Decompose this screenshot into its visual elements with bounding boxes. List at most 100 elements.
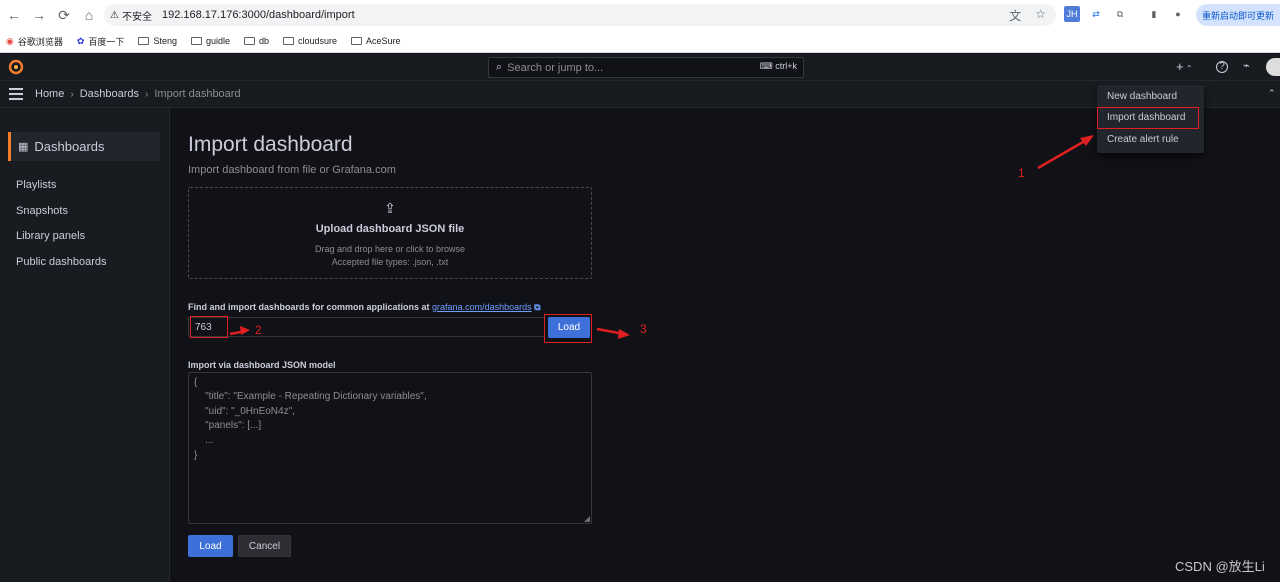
annotation-label-1: 1 [1018,166,1025,180]
upload-title: Upload dashboard JSON file [315,223,465,235]
sidebar-item-playlists[interactable]: Playlists [16,179,56,191]
bookmark-label: AceSure [366,36,401,46]
plus-icon: + [1176,59,1184,74]
security-warning[interactable]: ⚠ 不安全 [110,8,152,23]
url-text[interactable]: 192.168.17.176:3000/dashboard/import [162,9,355,21]
bookmark-label: cloudsure [298,36,338,46]
sidebar-item-snapshots[interactable]: Snapshots [16,205,68,217]
bookmark-label: 百度一下 [88,36,125,47]
load-json-button[interactable]: Load [188,535,233,557]
upload-icon: ⇪ [384,200,396,216]
baidu-paw-icon: ✿ [76,35,85,46]
grafana-com-link[interactable]: grafana.com/dashboards [432,302,532,312]
breadcrumb-current: Import dashboard [154,88,241,100]
address-bar[interactable]: ⚠ 不安全 192.168.17.176:3000/dashboard/impor… [104,4,1056,26]
forward-icon[interactable]: → [28,4,50,26]
back-icon[interactable]: ← [3,4,25,26]
bookmark-label: Steng [153,36,177,46]
side-panel-icon[interactable]: ▮ [1146,6,1162,22]
bookmark-baidu[interactable]: ✿ 百度一下 [77,35,125,48]
bookmark-label: guidle [205,36,230,46]
page-subtitle: Import dashboard from file or Grafana.co… [188,164,396,176]
bookmark-db[interactable]: db [244,36,269,46]
profile-icon[interactable]: ● [1170,6,1186,22]
menu-item-new-dashboard[interactable]: New dashboard [1107,91,1177,102]
grafana-com-label-text: Find and import dashboards for common ap… [188,302,430,312]
json-line: ... [194,435,214,446]
grafana-logo-icon[interactable] [8,59,24,75]
search-shortcut: ⌨ ctrl+k [760,61,797,72]
chrome-icon: ◉ [6,35,14,46]
annotation-label-3: 3 [640,322,647,336]
json-line: "panels": [...] [194,420,262,431]
annotation-label-2: 2 [255,323,262,337]
keyboard-icon: ⌨ [759,61,776,71]
upload-dropzone[interactable]: ⇪ Upload dashboard JSON file Drag and dr… [188,187,592,279]
upload-hint: Drag and drop here or click to browse [314,244,466,254]
cancel-button[interactable]: Cancel [238,535,291,557]
security-label: 不安全 [121,11,152,23]
apps-grid-icon: ▦ [18,141,29,153]
sidebar-item-public-dashboards[interactable]: Public dashboards [16,256,107,268]
chevron-up-icon: ⌃ [1183,64,1193,73]
reload-icon[interactable]: ⟳ [53,4,75,26]
external-link-icon: ⧉ [534,302,541,312]
json-model-textarea[interactable]: { "title": "Example - Repeating Dictiona… [188,372,592,524]
search-icon: ⌕ [496,61,503,73]
folder-icon [244,37,255,45]
menu-hamburger-icon[interactable] [9,88,23,100]
user-avatar[interactable] [1266,58,1280,76]
breadcrumb-home[interactable]: Home [35,88,64,100]
warning-icon: ⚠ [110,9,119,21]
annotation-box-id-input [190,316,228,338]
collapse-chevron-icon[interactable]: ⌃ [1268,88,1276,99]
json-line: "title": "Example - Repeating Dictionary… [194,391,427,402]
browser-toolbar: ← → ⟳ ⌂ ⚠ 不安全 192.168.17.176:3000/dashboa… [0,0,1280,30]
grafana-com-label: Find and import dashboards for common ap… [188,302,541,313]
update-button[interactable]: 重新启动即可更新 [1196,4,1280,26]
upload-file-types: Accepted file types: .json, .txt [331,257,449,267]
bookmark-label: 谷歌浏览器 [17,36,63,47]
sidebar-item-library-panels[interactable]: Library panels [16,230,85,242]
search-input[interactable]: ⌕ Search or jump to... ⌨ ctrl+k [488,57,804,78]
sidebar-section-title[interactable]: ▦ Dashboards [8,132,160,161]
bookmark-acesure[interactable]: AceSure [351,36,401,46]
bookmark-cloudsure[interactable]: cloudsure [283,36,337,46]
menu-item-create-alert-rule[interactable]: Create alert rule [1107,134,1179,145]
extensions-puzzle-icon[interactable]: ⧉ [1112,6,1128,22]
breadcrumb-separator: › [70,88,74,100]
breadcrumb-dashboards[interactable]: Dashboards [80,88,139,100]
breadcrumb-bar: Home › Dashboards › Import dashboard ⌃ [0,81,1280,108]
breadcrumb-separator: › [145,88,149,100]
grafana-com-id-input[interactable]: 763 [188,317,545,337]
folder-icon [351,37,363,45]
extension-sync-icon[interactable]: ⇄ [1088,6,1104,22]
bookmark-guidle[interactable]: guidle [190,36,230,46]
folder-icon [190,37,202,45]
help-icon[interactable]: ? [1216,61,1228,73]
grafana-topbar: ⌕ Search or jump to... ⌨ ctrl+k + ⌃ ? ⌁ [0,54,1280,81]
translate-icon[interactable]: 文 [1009,7,1021,24]
watermark: CSDN @放生Li [1175,559,1265,574]
json-line: "uid": "_0HnEoN4z", [194,406,295,417]
resize-handle-icon[interactable]: ◢ [584,514,590,523]
extension-jh-icon[interactable]: JH [1064,6,1080,22]
bookmark-label: db [259,36,270,46]
sidebar-title-label: Dashboards [34,139,105,154]
annotation-box-load-button [544,314,592,343]
json-line: } [194,450,198,461]
shortcut-label: ctrl+k [775,61,797,71]
json-line: { [194,377,198,388]
news-rss-icon[interactable]: ⌁ [1243,59,1250,72]
new-plus-button[interactable]: + ⌃ [1176,59,1193,74]
bookmark-steng[interactable]: Steng [138,36,177,46]
json-model-label: Import via dashboard JSON model [188,360,336,370]
annotation-box-import-menu [1097,107,1199,129]
home-icon[interactable]: ⌂ [78,4,100,26]
bookmark-star-icon[interactable]: ☆ [1035,7,1046,24]
page-title: Import dashboard [188,133,353,156]
section-sidebar: ▦ Dashboards Playlists Snapshots Library… [0,108,170,582]
bookmark-chrome[interactable]: ◉ 谷歌浏览器 [6,35,63,48]
bookmarks-bar: ◉ 谷歌浏览器 ✿ 百度一下 Steng guidle db cloudsure A… [0,30,1280,53]
search-placeholder: Search or jump to... [507,61,604,74]
